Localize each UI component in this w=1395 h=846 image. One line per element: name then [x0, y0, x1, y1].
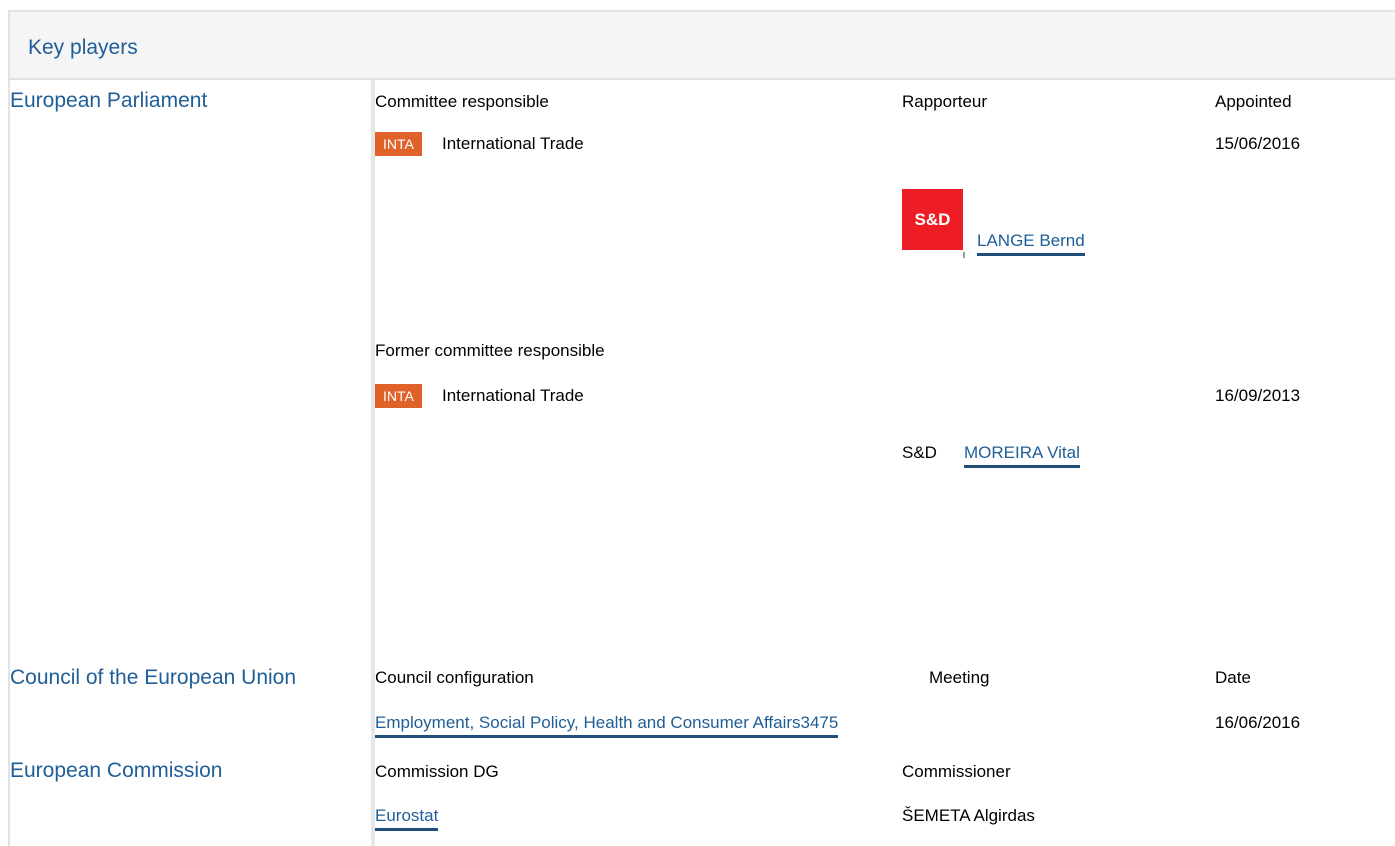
commissioner-name: ŠEMETA Algirdas [902, 806, 1035, 825]
former-group-label: S&D [902, 443, 937, 462]
appointed-date: 15/06/2016 [1215, 134, 1301, 153]
logo-mark [963, 252, 965, 258]
committee-badge-inta: INTA [375, 132, 422, 156]
former-committee-heading: Former committee responsible [375, 341, 605, 360]
committee-badge-inta-former: INTA [375, 384, 422, 408]
rapporteur-link-moreira[interactable]: MOREIRA Vital [964, 443, 1080, 468]
left-border [8, 80, 10, 846]
former-appointed-date: 16/09/2013 [1215, 386, 1301, 405]
section-label-council: Council of the European Union [10, 666, 297, 689]
former-committee-name: International Trade [442, 386, 584, 405]
rapporteur-link-lange[interactable]: LANGE Bernd [977, 231, 1085, 256]
header-date: Date [1215, 668, 1251, 687]
header-appointed: Appointed [1215, 92, 1292, 111]
header-commission-dg: Commission DG [375, 762, 499, 781]
meeting-number: 3475 [800, 713, 839, 732]
header-meeting: Meeting [929, 668, 990, 687]
council-date: 16/06/2016 [1215, 713, 1301, 732]
section-label-european-parliament: European Parliament [10, 89, 208, 112]
commission-dg-link-eurostat[interactable]: Eurostat [375, 806, 439, 831]
council-configuration-link[interactable]: Employment, Social Policy, Health and Co… [375, 713, 839, 738]
header-council-configuration: Council configuration [375, 668, 534, 687]
key-players-header: Key players [8, 10, 1395, 80]
header-commissioner: Commissioner [902, 762, 1011, 781]
section-label-commission: European Commission [10, 759, 223, 782]
header-rapporteur: Rapporteur [902, 92, 988, 111]
council-configuration-text: Employment, Social Policy, Health and Co… [375, 713, 801, 732]
page-title: Key players [28, 36, 138, 59]
header-committee-responsible: Committee responsible [375, 92, 549, 111]
committee-name: International Trade [442, 134, 584, 153]
key-players-panel: Key players European Parliament Committe… [0, 0, 1395, 846]
sd-group-logo: S&D [902, 189, 963, 250]
